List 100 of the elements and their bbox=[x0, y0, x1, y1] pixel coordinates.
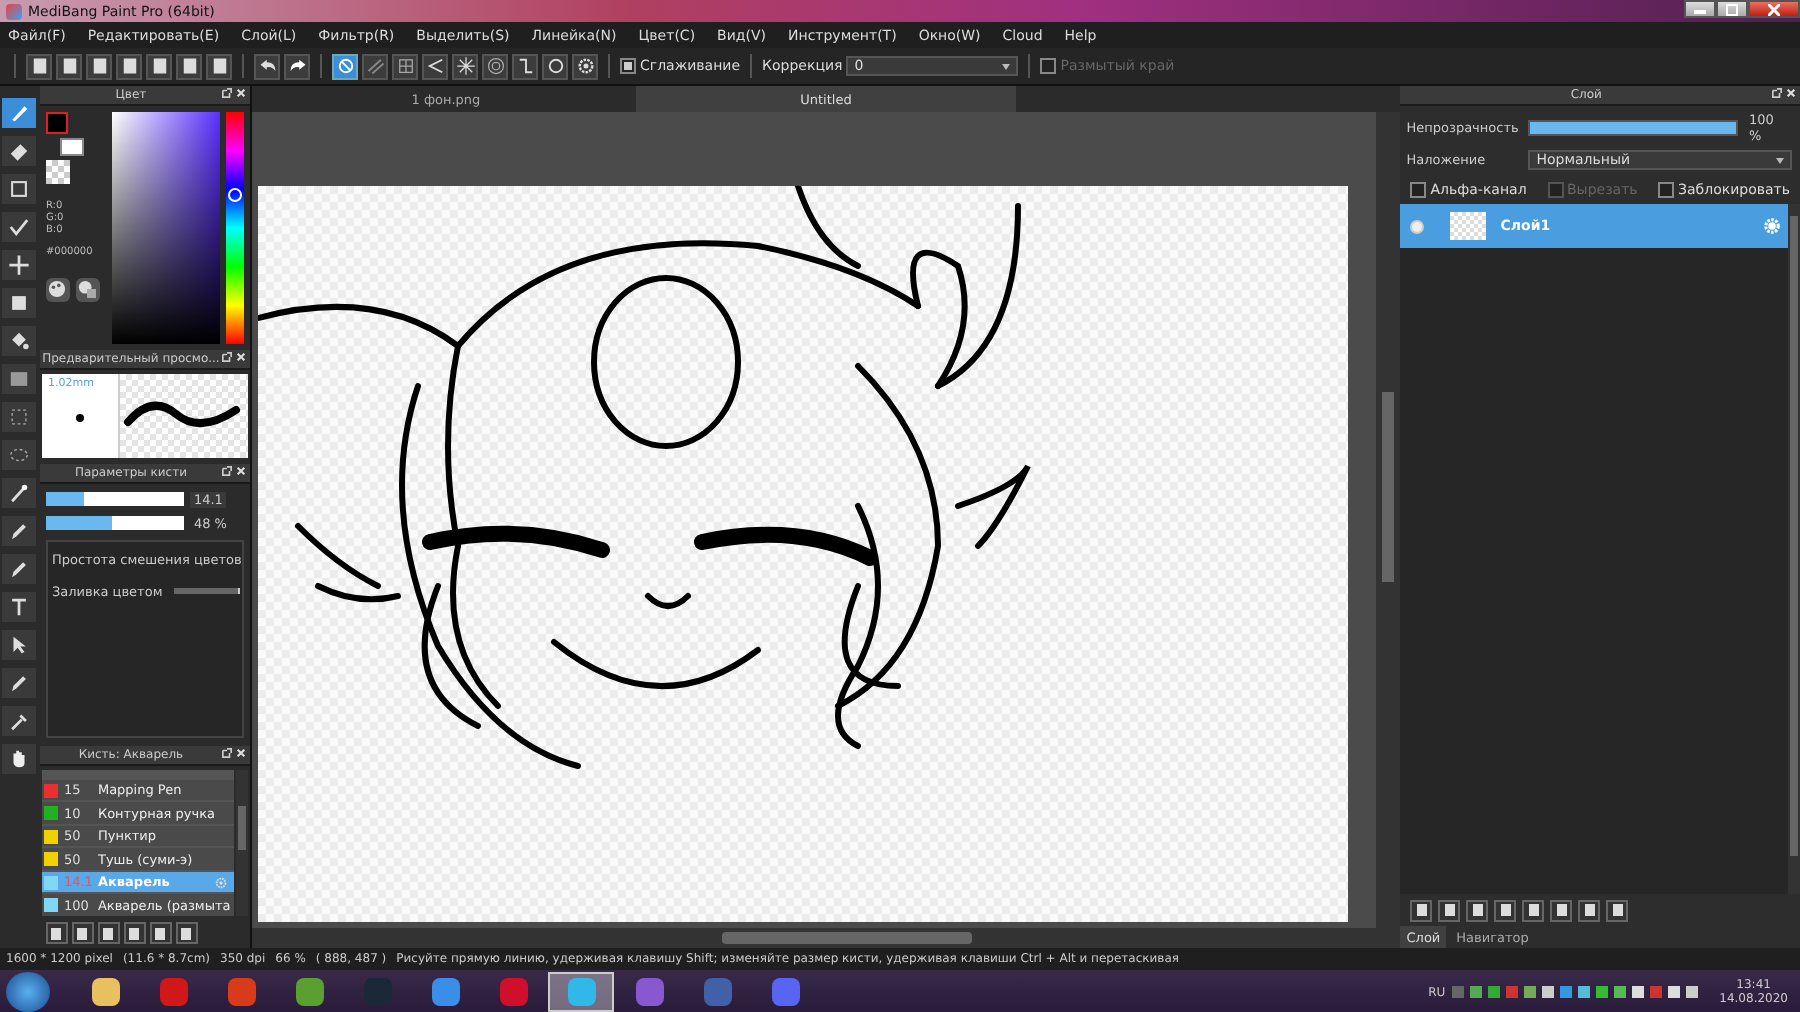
tool-button[interactable] bbox=[2, 744, 37, 774]
tool-button[interactable] bbox=[2, 174, 37, 204]
dashed-square-icon bbox=[8, 406, 31, 428]
scrollbar[interactable] bbox=[251, 928, 1377, 948]
pen-icon bbox=[8, 558, 31, 580]
layer-action-button[interactable] bbox=[1410, 899, 1433, 921]
layer-action-button[interactable] bbox=[1606, 899, 1629, 921]
close-icon[interactable] bbox=[235, 88, 246, 98]
popout-icon[interactable] bbox=[1772, 88, 1782, 98]
minimize-icon bbox=[1694, 5, 1706, 13]
gradient-icon bbox=[8, 368, 31, 390]
popout-icon[interactable] bbox=[221, 747, 232, 758]
color-swatch[interactable] bbox=[59, 137, 84, 156]
square-icon bbox=[8, 178, 31, 200]
layer-action-button[interactable] bbox=[1578, 899, 1601, 921]
square-icon bbox=[8, 292, 31, 314]
color-picker-button[interactable] bbox=[75, 277, 100, 302]
redo-button[interactable] bbox=[284, 53, 310, 79]
tool-button[interactable] bbox=[2, 516, 37, 546]
tool-button[interactable] bbox=[2, 554, 37, 584]
tool-button[interactable] bbox=[2, 668, 37, 698]
wand-icon bbox=[8, 482, 31, 504]
scrollbar[interactable] bbox=[1376, 112, 1401, 948]
sketch-canvas[interactable] bbox=[257, 186, 1348, 922]
palette-button[interactable] bbox=[45, 277, 70, 302]
popout-icon[interactable] bbox=[221, 465, 232, 476]
brush-action-button[interactable] bbox=[123, 922, 146, 945]
snap-button[interactable] bbox=[452, 53, 478, 79]
snap-button[interactable] bbox=[512, 53, 538, 79]
burst-icon bbox=[455, 56, 475, 76]
checkbox[interactable] bbox=[1658, 182, 1674, 198]
minimize-button[interactable] bbox=[1684, 0, 1716, 18]
snap-button[interactable] bbox=[422, 53, 448, 79]
hue-slider[interactable] bbox=[225, 111, 244, 345]
pen-icon bbox=[8, 672, 31, 694]
pen-icon bbox=[8, 520, 31, 542]
layer-thumbnail bbox=[1450, 212, 1487, 240]
slider[interactable] bbox=[45, 492, 184, 507]
curve-icon bbox=[515, 56, 535, 76]
snap-button[interactable] bbox=[392, 53, 418, 79]
brush-action-button[interactable] bbox=[45, 922, 68, 945]
transparent-swatch[interactable] bbox=[45, 159, 70, 184]
toolbar-button[interactable] bbox=[86, 53, 112, 79]
layer-action-button[interactable] bbox=[1550, 899, 1573, 921]
undo-button[interactable] bbox=[254, 53, 280, 79]
brush-action-button[interactable] bbox=[175, 922, 198, 945]
saturation-value-picker[interactable] bbox=[111, 111, 220, 345]
grid-icon bbox=[395, 56, 415, 76]
layer-action-button[interactable] bbox=[1438, 899, 1461, 921]
toolbar-button[interactable] bbox=[176, 53, 202, 79]
toolbar-button[interactable] bbox=[206, 53, 232, 79]
bucket-icon bbox=[8, 330, 31, 352]
brush-action-button[interactable] bbox=[149, 922, 172, 945]
visibility-toggle[interactable] bbox=[1410, 219, 1425, 233]
popout-icon[interactable] bbox=[221, 88, 232, 98]
close-icon[interactable] bbox=[235, 352, 246, 363]
tool-button[interactable] bbox=[2, 706, 37, 736]
close-icon[interactable] bbox=[1786, 88, 1796, 98]
tool-button[interactable] bbox=[2, 212, 37, 242]
close-icon[interactable] bbox=[235, 747, 246, 758]
tool-button[interactable] bbox=[2, 478, 37, 508]
move-icon bbox=[8, 254, 31, 276]
layer-action-button[interactable] bbox=[1466, 899, 1489, 921]
scrollbar[interactable] bbox=[235, 769, 248, 916]
close-button[interactable] bbox=[1748, 0, 1800, 18]
toolbar-button[interactable] bbox=[56, 53, 82, 79]
scrollbar[interactable] bbox=[1788, 204, 1800, 894]
lasso-icon bbox=[8, 444, 31, 466]
start-button[interactable] bbox=[6, 972, 50, 1012]
slider[interactable] bbox=[45, 516, 184, 531]
snap-button[interactable] bbox=[572, 53, 598, 79]
toolbar-button[interactable] bbox=[116, 53, 142, 79]
tool-button[interactable] bbox=[2, 592, 37, 622]
tool-button[interactable] bbox=[2, 288, 37, 318]
snap-button[interactable] bbox=[482, 53, 508, 79]
layer-action-button[interactable] bbox=[1522, 899, 1545, 921]
settings-icon bbox=[575, 56, 595, 76]
maximize-icon bbox=[1726, 3, 1738, 15]
layer-action-button[interactable] bbox=[1494, 899, 1517, 921]
tool-button[interactable] bbox=[2, 326, 37, 356]
popout-icon[interactable] bbox=[221, 352, 232, 363]
brush-action-button[interactable] bbox=[97, 922, 120, 945]
checkbox[interactable] bbox=[1410, 182, 1427, 198]
no-sign-icon bbox=[335, 56, 355, 76]
toolbar-button[interactable] bbox=[26, 53, 52, 79]
tool-button[interactable] bbox=[2, 136, 37, 166]
close-icon[interactable] bbox=[235, 465, 246, 476]
toolbar-button[interactable] bbox=[146, 53, 172, 79]
checkbox[interactable] bbox=[1040, 58, 1057, 74]
brush-action-button[interactable] bbox=[71, 922, 94, 945]
check-icon bbox=[8, 216, 31, 238]
snap-button[interactable] bbox=[332, 53, 358, 79]
color-swatch[interactable] bbox=[45, 111, 68, 134]
checkbox[interactable] bbox=[620, 58, 636, 74]
tool-button[interactable] bbox=[2, 630, 37, 660]
tool-button[interactable] bbox=[2, 98, 37, 128]
tool-button[interactable] bbox=[2, 250, 37, 280]
snap-button[interactable] bbox=[542, 53, 568, 79]
maximize-button[interactable] bbox=[1716, 0, 1748, 18]
hue-handle[interactable] bbox=[227, 187, 242, 202]
